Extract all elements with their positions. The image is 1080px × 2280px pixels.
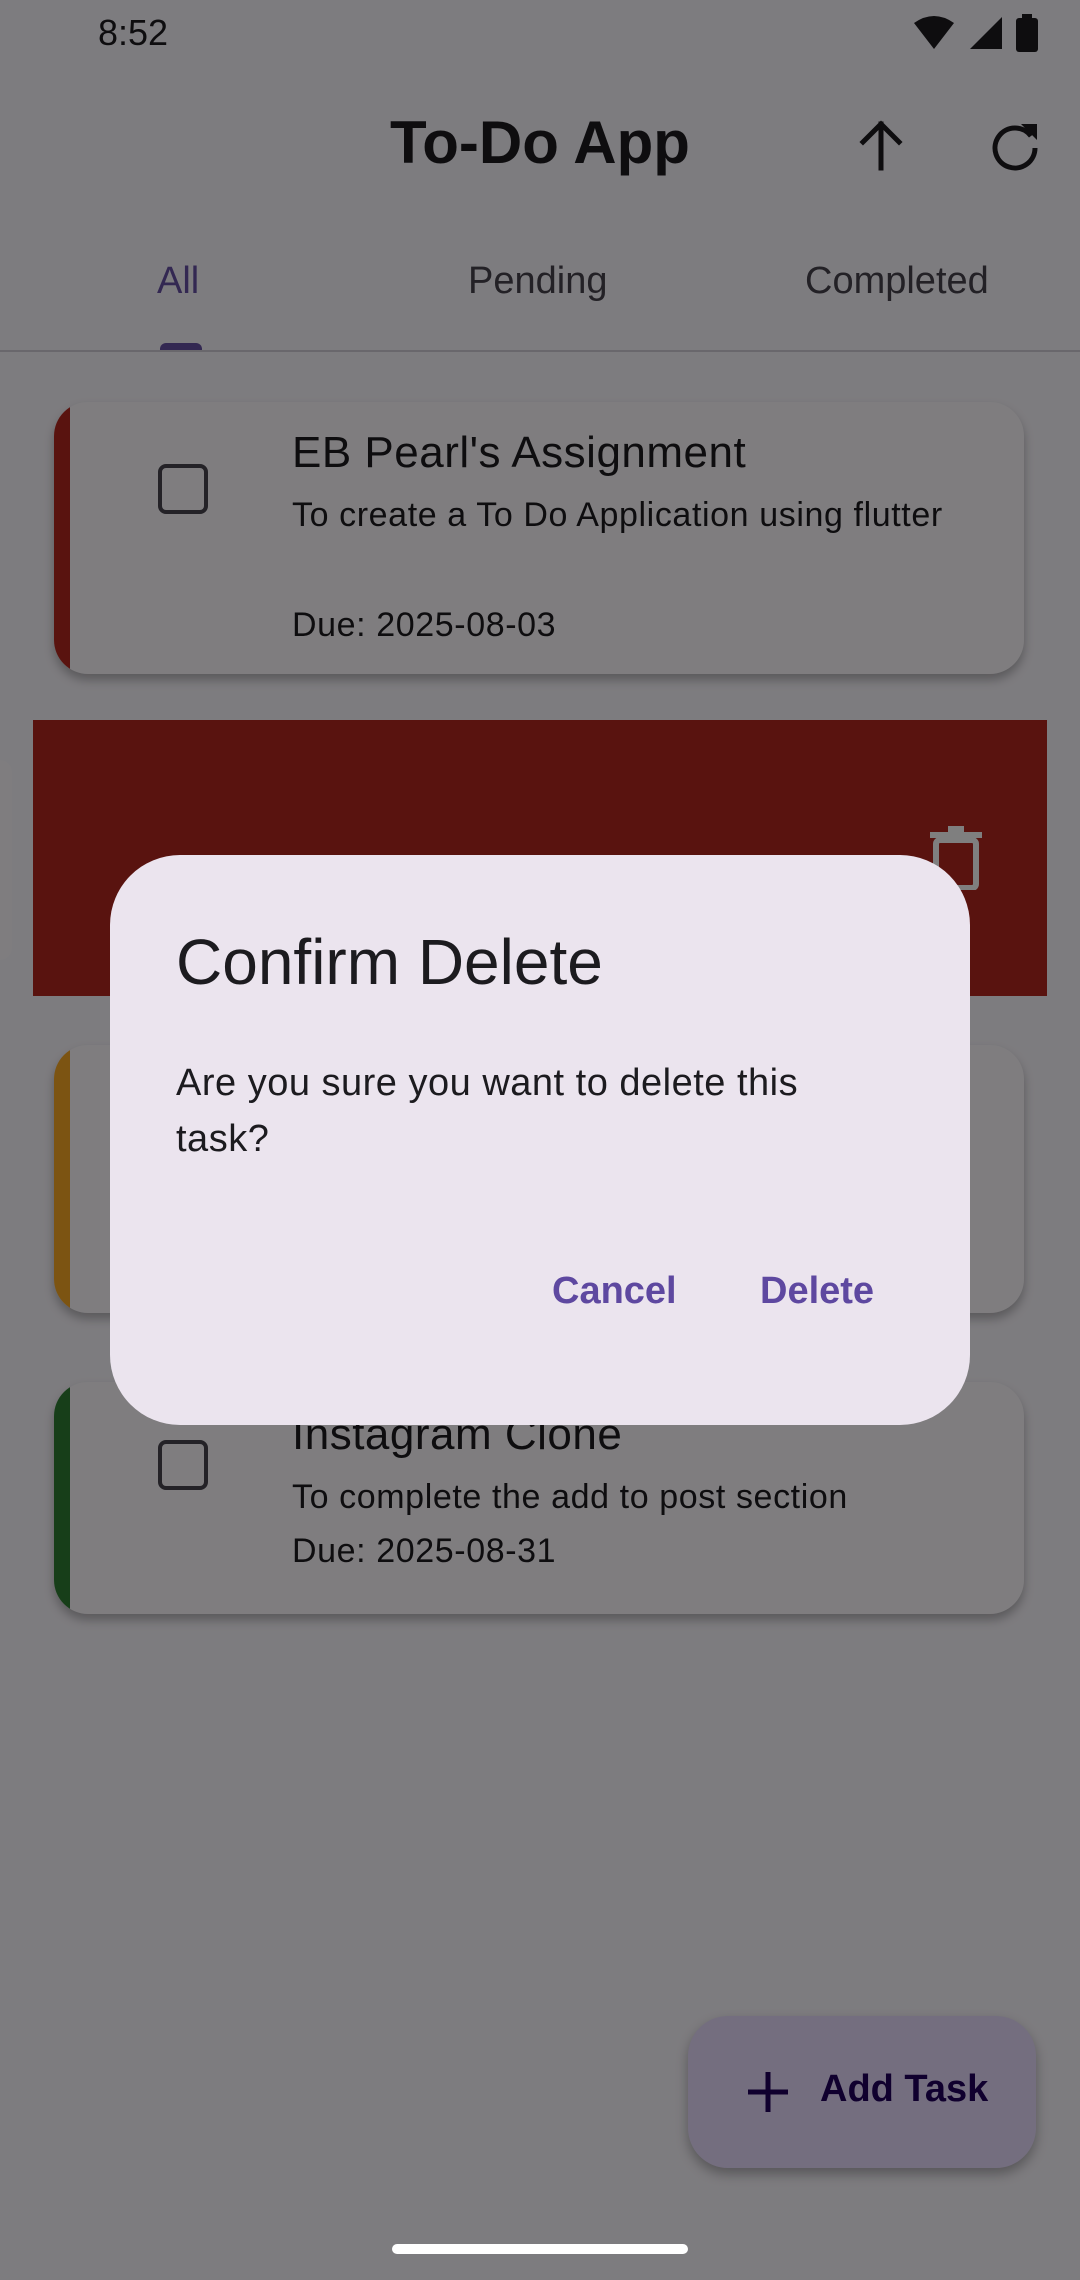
- cancel-button[interactable]: Cancel: [552, 1270, 677, 1313]
- delete-button[interactable]: Delete: [760, 1270, 874, 1313]
- home-indicator[interactable]: [392, 2244, 688, 2254]
- dialog-message: Are you sure you want to delete this tas…: [176, 1062, 799, 1160]
- dialog-title: Confirm Delete: [176, 926, 603, 998]
- confirm-delete-dialog: Confirm Delete Are you sure you want to …: [110, 855, 970, 1425]
